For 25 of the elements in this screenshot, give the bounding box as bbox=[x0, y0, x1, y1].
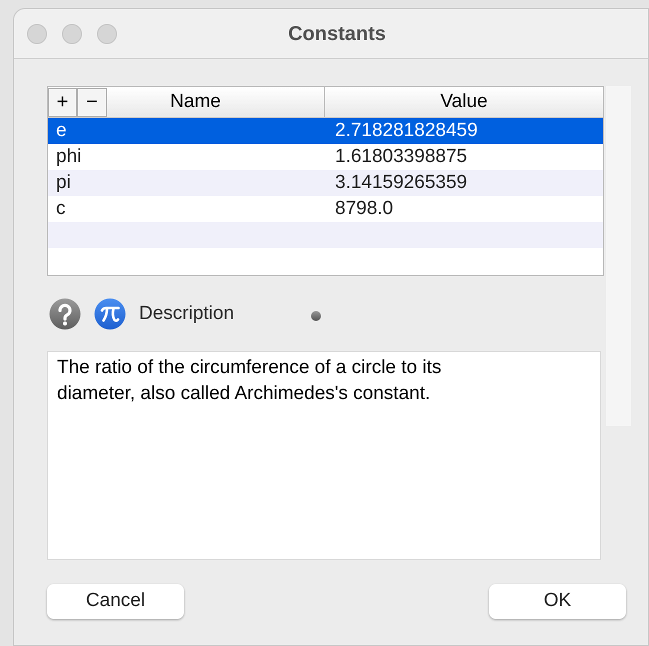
value-cell-text: 2.718281828459 bbox=[334, 118, 478, 143]
name-cell-text: pi bbox=[55, 170, 72, 195]
name-cell-text: c bbox=[55, 196, 66, 221]
name-cell-text: phi bbox=[55, 144, 82, 169]
column-header[interactable]: Value bbox=[440, 88, 488, 116]
table-row[interactable]: pi 3.14159265359 bbox=[48, 170, 603, 196]
pi-icon[interactable] bbox=[94, 298, 126, 330]
value-cell-text: 8798.0 bbox=[334, 196, 394, 221]
ok-button[interactable]: OK bbox=[489, 584, 626, 619]
value-cell-text: 3.14159265359 bbox=[334, 170, 468, 195]
add-button[interactable]: + bbox=[48, 88, 77, 116]
remove-button[interactable]: − bbox=[77, 88, 107, 116]
description-label: Description bbox=[139, 302, 234, 326]
column-header[interactable]: Name bbox=[170, 88, 221, 116]
description-text: The ratio of the circumference of a circle to its diameter, also called Archimedes's constant. bbox=[57, 356, 442, 406]
minimize-button[interactable] bbox=[62, 24, 82, 44]
table-row[interactable]: e 2.718281828459 bbox=[48, 118, 603, 144]
value-cell-text: 1.61803398875 bbox=[334, 144, 468, 169]
description-field[interactable]: The ratio of the circumference of a circle to its diameter, also called Archimedes's constant. bbox=[47, 351, 601, 560]
name-cell-text: e bbox=[55, 118, 68, 143]
zoom-button[interactable] bbox=[97, 24, 117, 44]
help-icon[interactable] bbox=[49, 298, 81, 330]
cancel-button[interactable]: Cancel bbox=[47, 584, 184, 619]
window-title: Constants bbox=[288, 22, 386, 46]
close-button[interactable] bbox=[27, 24, 47, 44]
